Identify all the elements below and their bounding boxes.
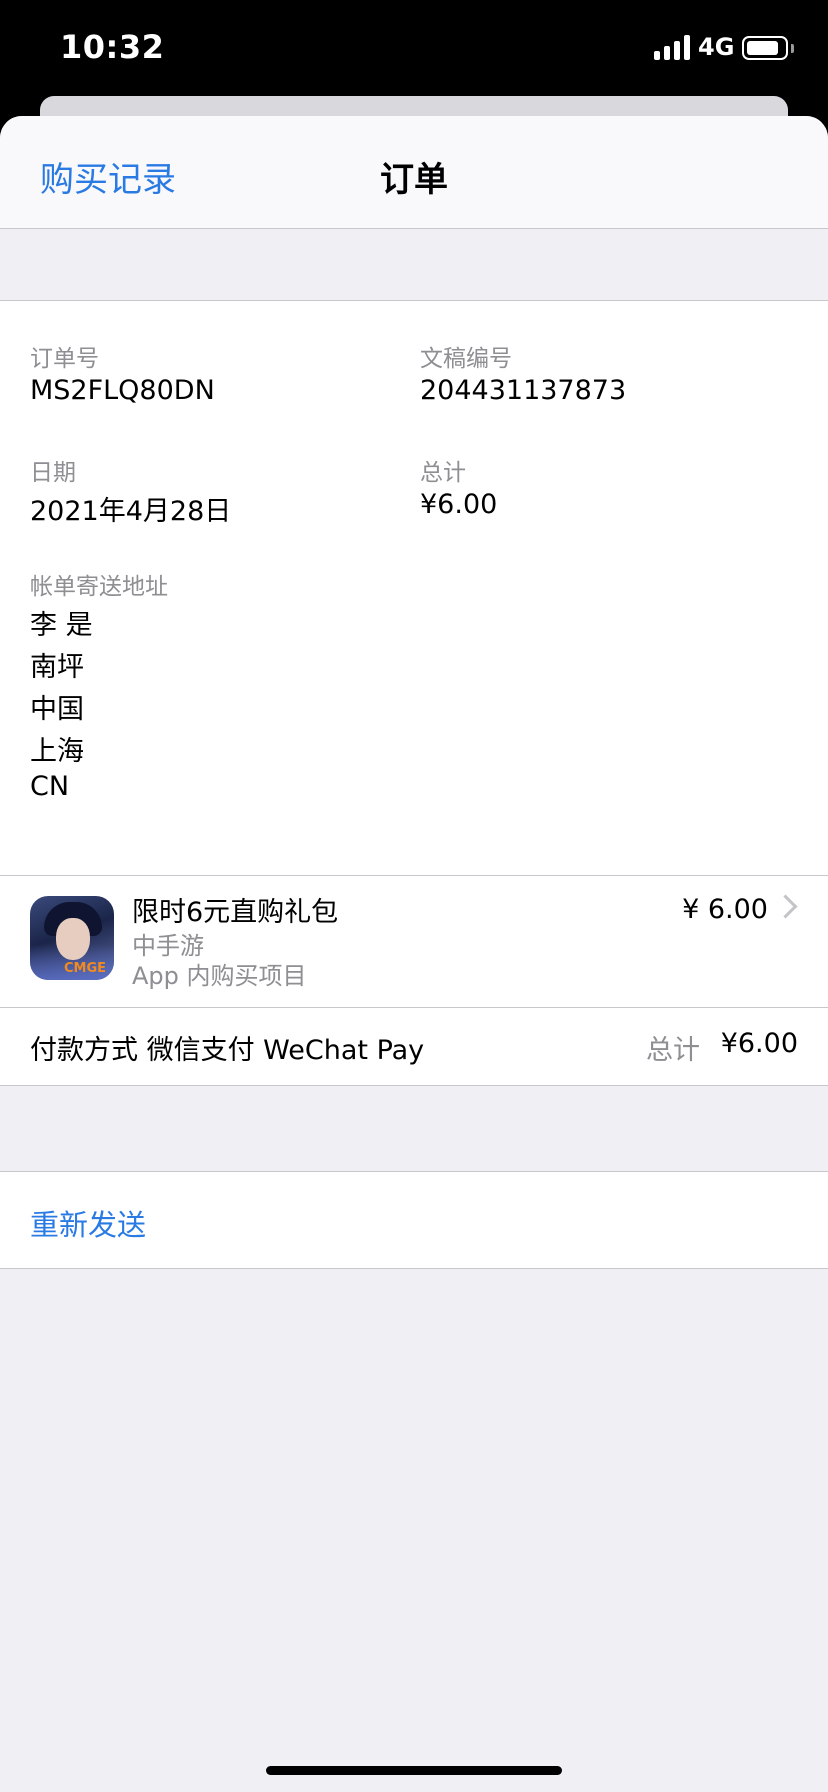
status-bar: 10:32 4G [0,0,828,100]
network-type: 4G [698,33,735,61]
document-number-value: 204431137873 [420,375,627,406]
billing-address-line: 南坪 [30,652,84,683]
payment-total-label: 总计 [646,1035,700,1066]
billing-address-line: 上海 [30,736,84,767]
order-number-value: MS2FLQ80DN [30,375,215,406]
item-type: App 内购买项目 [132,962,307,990]
battery-level [747,41,778,55]
game-app-icon: CMGE [30,896,114,980]
resend-row: 重新发送 [0,1171,828,1269]
total-value: ¥6.00 [420,489,498,520]
battery-icon [742,36,788,60]
total-label: 总计 [420,460,466,486]
app-icon-logo: CMGE [64,961,107,976]
date-value: 2021年4月28日 [30,496,232,527]
item-price: ¥ 6.00 [682,894,768,925]
billing-address-line: 中国 [30,694,84,725]
battery-cap [791,44,794,53]
date-label: 日期 [30,460,76,486]
billing-address-line: 李 是 [30,610,93,641]
page-title: 订单 [380,160,448,200]
payment-total-value: ¥6.00 [720,1028,798,1059]
document-number-label: 文稿编号 [420,346,512,372]
item-title: 限时6元直购礼包 [132,897,339,928]
signal-icon [654,34,690,60]
order-details-card: 订单号 MS2FLQ80DN 文稿编号 204431137873 日期 2021… [0,300,828,876]
home-indicator[interactable] [266,1766,562,1775]
order-sheet: 购买记录 订单 订单号 MS2FLQ80DN 文稿编号 204431137873… [0,116,828,1792]
billing-address-label: 帐单寄送地址 [30,574,168,600]
billing-address-line: CN [30,771,70,802]
nav-bar: 购买记录 订单 [0,116,828,229]
order-number-label: 订单号 [30,346,99,372]
status-time: 10:32 [60,28,165,66]
payment-row: 付款方式 微信支付 WeChat Pay 总计 ¥6.00 [0,1008,828,1086]
purchase-item-row[interactable]: CMGE 限时6元直购礼包 中手游 App 内购买项目 ¥ 6.00 [0,876,828,1008]
resend-button[interactable]: 重新发送 [30,1202,146,1244]
payment-method: 付款方式 微信支付 WeChat Pay [30,1035,425,1066]
chevron-right-icon [773,894,798,919]
